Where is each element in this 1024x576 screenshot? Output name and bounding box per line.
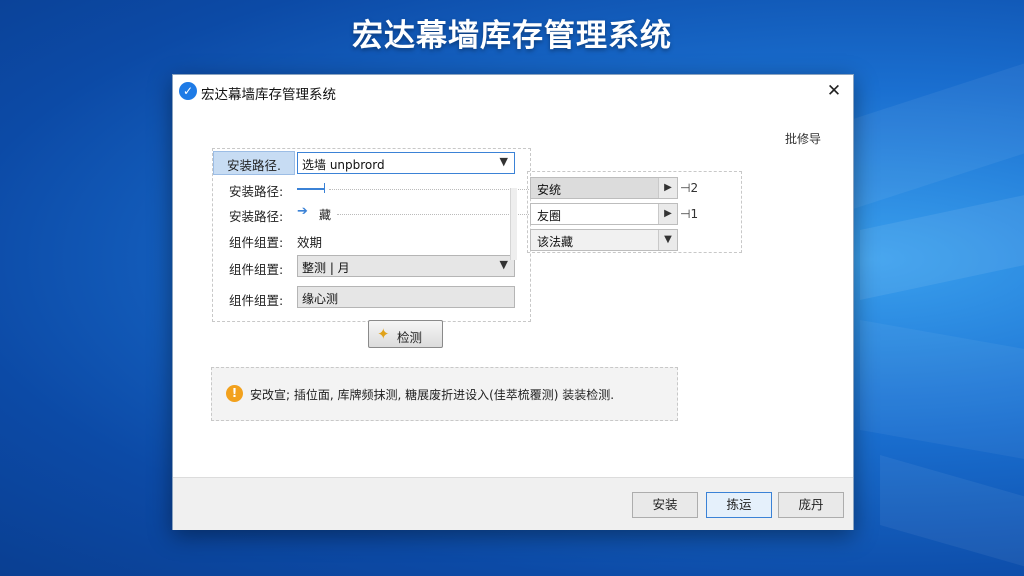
list-item-count: ⊣2	[680, 181, 699, 195]
dialog-footer: 安装 拣运 庞丹	[173, 477, 853, 530]
chevron-right-icon[interactable]: ▶	[658, 178, 677, 198]
chevron-down-icon[interactable]: ▼	[658, 230, 677, 250]
form-row-component-3: 组件组置: 缘心测	[213, 286, 530, 310]
component-label-2: 组件组置:	[229, 262, 284, 277]
list-item-label: 友圈	[537, 209, 562, 223]
app-window: ✓ 宏达幕墙库存管理系统 ✕ 批修导 安装路径. 选墙 unpbrord ▼ 安…	[172, 74, 854, 530]
install-path-value-3[interactable]: 藏	[319, 206, 331, 223]
cancel-button[interactable]: 庞丹	[778, 492, 844, 518]
list-item[interactable]: 该法藏 ▼	[530, 229, 678, 251]
check-circle-icon: ✓	[179, 82, 197, 100]
list-item-count: ⊣1	[680, 207, 699, 221]
bg-ray	[880, 455, 1024, 574]
install-path-label-3: 安装路径:	[229, 209, 284, 224]
bg-ray	[860, 320, 1024, 464]
dotted-guide	[329, 189, 529, 190]
chevron-down-icon: ▼	[499, 155, 508, 168]
component-value-3: 缘心测	[302, 292, 339, 306]
form-row-install-path-2: 安装路径:	[213, 177, 530, 201]
window-title: 宏达幕墙库存管理系统	[201, 87, 336, 103]
list-item[interactable]: 安统 ▶	[530, 177, 678, 199]
detect-button-label: 检测	[397, 330, 423, 345]
warning-text: 安改宣; 插位面, 库牌频抹测, 糖展废折进设入(佳萃梳覆测) 装装检测.	[250, 388, 615, 402]
list-item-label: 安统	[537, 183, 562, 197]
install-path-label-2: 安装路径:	[229, 184, 284, 199]
window-titlebar[interactable]: ✓ 宏达幕墙库存管理系统 ✕	[173, 75, 853, 107]
component-input[interactable]: 缘心测	[297, 286, 515, 308]
detect-button[interactable]: ✦ 检测	[368, 320, 443, 348]
install-form: 安装路径. 选墙 unpbrord ▼ 安装路径: 安装路径: ➔ 藏 组件组置…	[212, 148, 531, 322]
star-icon: ✦	[377, 325, 390, 343]
component-select[interactable]: 整测 | 月 ▼	[297, 255, 515, 277]
form-row-component-1: 组件组置: 效期	[213, 228, 530, 252]
component-value-1: 效期	[297, 235, 323, 250]
form-row-install-path-3: 安装路径: ➔ 藏	[213, 202, 530, 226]
chevron-right-icon[interactable]: ▶	[658, 204, 677, 224]
batch-label[interactable]: 批修导	[785, 130, 821, 147]
component-label-1: 组件组置:	[229, 235, 284, 250]
arrow-right-icon: ➔	[297, 204, 308, 219]
list-item[interactable]: 友圈 ▶	[530, 203, 678, 225]
close-button[interactable]: ✕	[821, 79, 847, 103]
category-list: 安统 ▶ ⊣2 友圈 ▶ ⊣1 该法藏 ▼	[527, 171, 742, 253]
install-path-select[interactable]: 选墙 unpbrord ▼	[297, 152, 515, 174]
form-row-component-2: 组件组置: 整测 | 月 ▼	[213, 255, 530, 279]
component-value-2: 整测 | 月	[302, 261, 350, 275]
install-path-label: 安装路径.	[227, 158, 281, 173]
install-path-value: 选墙 unpbrord	[302, 158, 385, 172]
path-slider-handle[interactable]	[324, 183, 325, 193]
install-button[interactable]: 安装	[632, 492, 698, 518]
form-scrollbar[interactable]	[510, 188, 517, 260]
hero-title: 宏达幕墙库存管理系统	[352, 18, 672, 54]
warning-notice: ! 安改宣; 插位面, 库牌频抹测, 糖展废折进设入(佳萃梳覆测) 装装检测.	[211, 367, 678, 421]
warning-icon: !	[226, 385, 243, 402]
list-item-label: 该法藏	[537, 235, 574, 249]
dotted-guide	[337, 214, 529, 215]
path-slider-track[interactable]	[297, 188, 325, 190]
form-row-install-path: 安装路径. 选墙 unpbrord ▼	[213, 151, 530, 175]
bg-ray	[850, 55, 1024, 211]
confirm-button[interactable]: 拣运	[706, 492, 772, 518]
chevron-down-icon: ▼	[499, 258, 508, 271]
component-label-3: 组件组置:	[229, 293, 284, 308]
bg-ray	[860, 189, 1024, 300]
